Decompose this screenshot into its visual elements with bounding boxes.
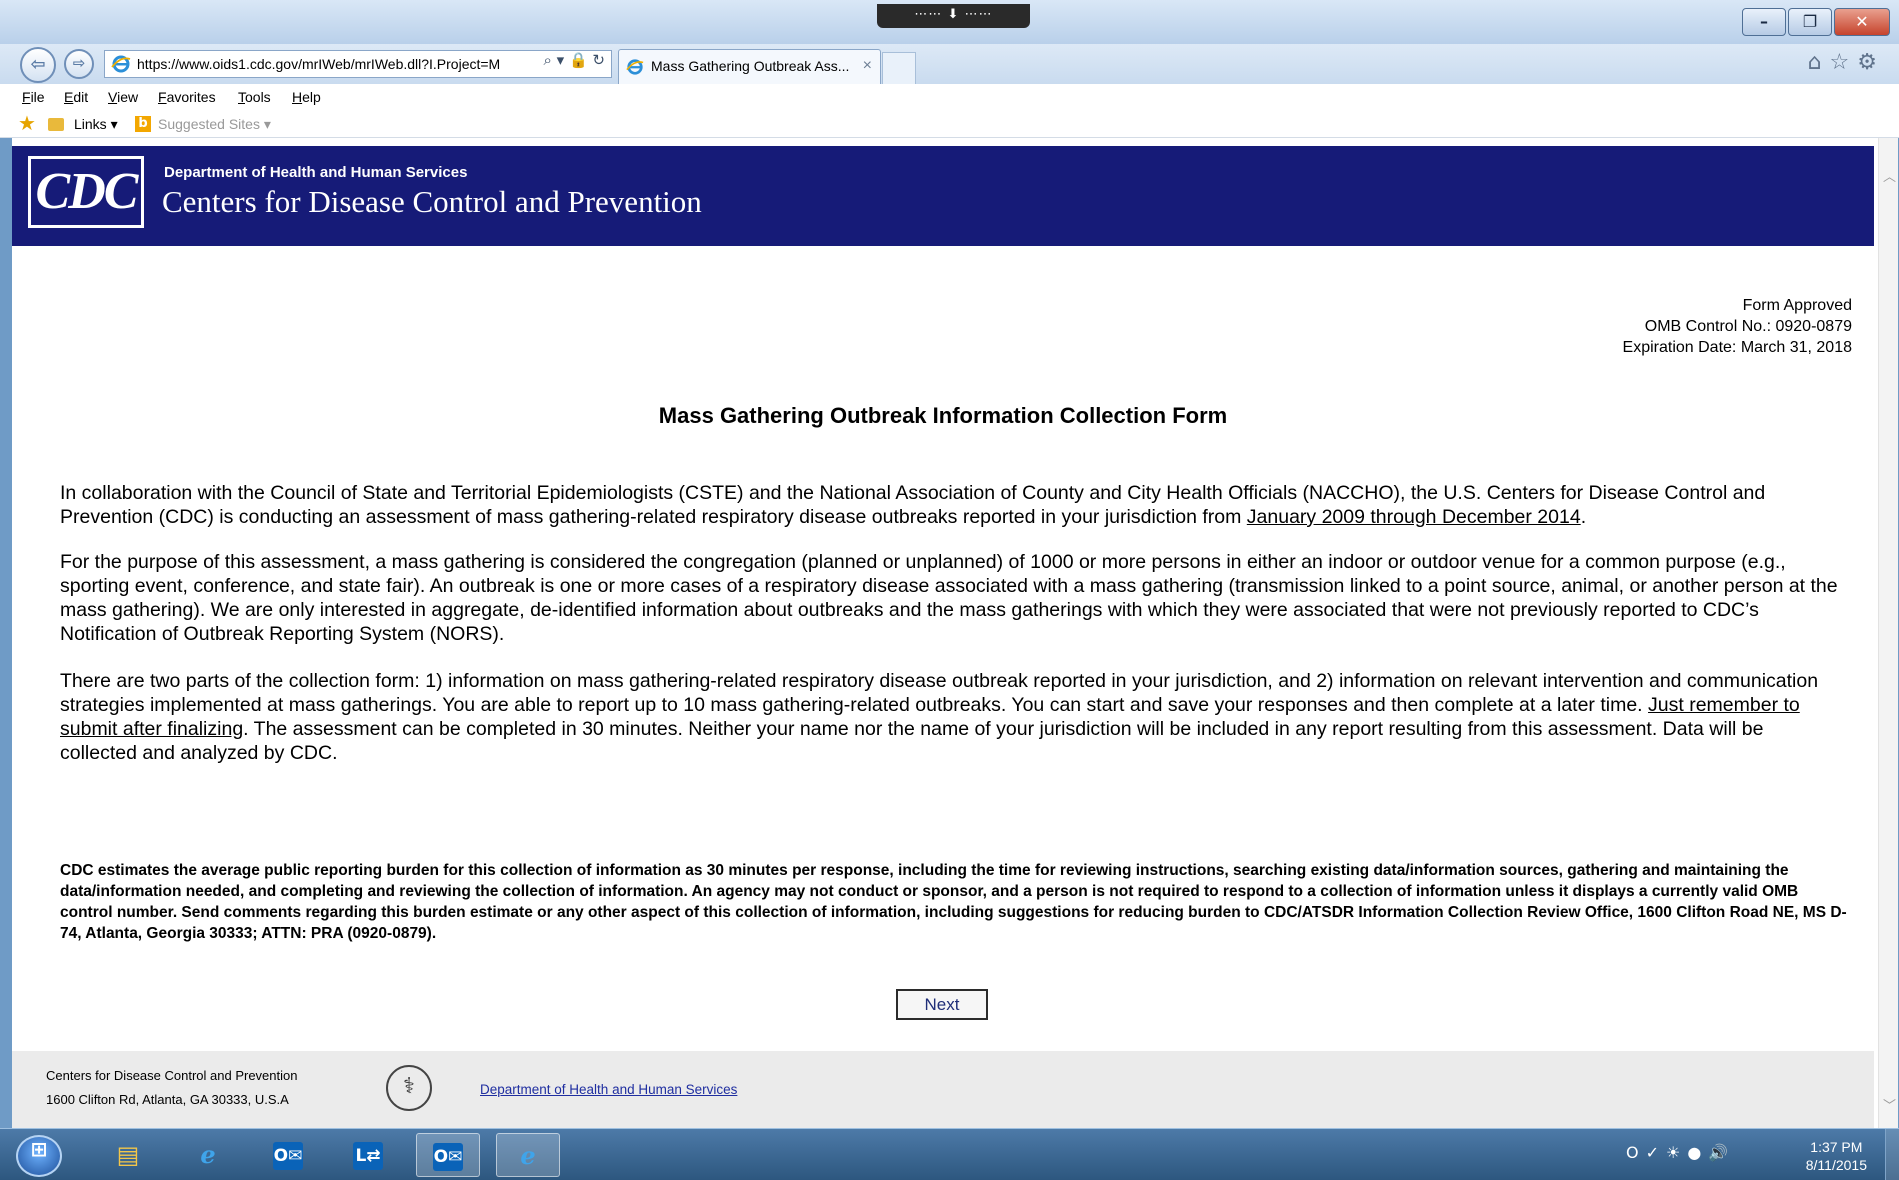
- tab-mass-gathering[interactable]: Mass Gathering Outbreak Ass... ×: [618, 49, 881, 84]
- home-favorites-settings-icons[interactable]: ⌂☆⚙: [1808, 50, 1885, 75]
- intro-paragraph: In collaboration with the Council of Sta…: [60, 481, 1840, 529]
- favorites-bar: ★ Links ▾ b Suggested Sites ▾: [0, 110, 1899, 138]
- expiration-date: Expiration Date: March 31, 2018: [1622, 339, 1852, 356]
- close-tab-icon[interactable]: ×: [863, 50, 872, 82]
- suggested-sites-menu[interactable]: Suggested Sites ▾: [158, 110, 271, 138]
- forward-button[interactable]: ⇨: [64, 49, 94, 79]
- new-tab-button[interactable]: [882, 52, 916, 84]
- show-desktop-button[interactable]: [1885, 1129, 1899, 1180]
- favorites-star-icon[interactable]: ★: [18, 110, 36, 138]
- internet-explorer-active-icon[interactable]: ℯ: [496, 1133, 560, 1177]
- start-button[interactable]: ⊞: [16, 1135, 62, 1177]
- menu-edit[interactable]: Edit: [64, 84, 88, 110]
- ie-page-icon: [111, 55, 131, 73]
- definition-paragraph: For the purpose of this assessment, a ma…: [60, 551, 1838, 645]
- links-folder-icon: [48, 118, 64, 131]
- menu-favorites[interactable]: Favorites: [158, 84, 216, 110]
- close-window-button[interactable]: ✕: [1834, 8, 1890, 36]
- browser-title-bar: ⋯⋯ ⬇ ⋯⋯ – ❐ ✕: [0, 0, 1899, 44]
- tab-title: Mass Gathering Outbreak Ass...: [651, 58, 850, 74]
- internet-explorer-icon[interactable]: ℯ: [176, 1133, 240, 1177]
- clock-date: 8/11/2015: [1805, 1157, 1867, 1173]
- next-button[interactable]: Next: [896, 989, 988, 1020]
- file-explorer-icon[interactable]: ▤: [96, 1133, 160, 1177]
- page-footer: Centers for Disease Control and Preventi…: [12, 1051, 1874, 1128]
- forward-arrow-icon: ⇨: [72, 54, 86, 72]
- form-approved-text: Form Approved: [1742, 297, 1852, 314]
- omb-control-number: OMB Control No.: 0920-0879: [1644, 318, 1852, 335]
- page-viewport: CDC Department of Health and Human Servi…: [12, 138, 1898, 1128]
- page-title: Mass Gathering Outbreak Information Coll…: [658, 403, 1228, 428]
- address-bar[interactable]: https://www.oids1.cdc.gov/mrIWeb/mrIWeb.…: [104, 50, 612, 78]
- bing-icon: b: [135, 116, 151, 132]
- hhs-eagle-seal-icon: ⚕: [386, 1065, 432, 1111]
- department-name: Department of Health and Human Services: [164, 164, 468, 181]
- menu-view[interactable]: View: [108, 84, 138, 110]
- lync-icon[interactable]: L⇄: [336, 1133, 400, 1177]
- outlook-active-icon[interactable]: O✉: [416, 1133, 480, 1177]
- menu-help[interactable]: Help: [292, 84, 321, 110]
- intro-text-end: .: [1580, 506, 1587, 528]
- vertical-scrollbar[interactable]: ︿ ﹀: [1878, 138, 1898, 1128]
- date-range-underlined: January 2009 through December 2014: [1246, 506, 1581, 528]
- navigation-bar: ⇦ ⇨ https://www.oids1.cdc.gov/mrIWeb/mrI…: [0, 44, 1899, 84]
- system-clock[interactable]: 1:37 PM 8/11/2015: [1806, 1138, 1867, 1174]
- instructions-paragraph: There are two parts of the collection fo…: [60, 669, 1840, 765]
- organization-name: Centers for Disease Control and Preventi…: [162, 184, 702, 219]
- menu-bar: File Edit View Favorites Tools Help: [0, 84, 1899, 110]
- menu-file[interactable]: File: [22, 84, 45, 110]
- remote-session-grip[interactable]: ⋯⋯ ⬇ ⋯⋯: [877, 4, 1030, 28]
- address-tools-icons[interactable]: ⌕ ▾ 🔒 ↻: [537, 51, 605, 69]
- instructions-text: There are two parts of the collection fo…: [60, 670, 1819, 716]
- system-tray-icons[interactable]: O✓☀●🔊: [1626, 1143, 1735, 1162]
- hhs-link[interactable]: Department of Health and Human Services: [480, 1082, 737, 1097]
- scroll-down-icon[interactable]: ﹀: [1883, 1095, 1896, 1114]
- links-menu[interactable]: Links ▾: [74, 110, 118, 138]
- back-button[interactable]: ⇦: [20, 47, 56, 83]
- footer-address: 1600 Clifton Rd, Atlanta, GA 30333, U.S.…: [46, 1092, 289, 1107]
- footer-organization: Centers for Disease Control and Preventi…: [46, 1068, 298, 1083]
- minimize-button[interactable]: –: [1742, 8, 1786, 36]
- maximize-button[interactable]: ❐: [1788, 8, 1832, 36]
- ie-tab-icon: [626, 59, 644, 75]
- clock-time: 1:37 PM: [1810, 1139, 1863, 1155]
- scroll-up-icon[interactable]: ︿: [1883, 166, 1896, 185]
- instructions-text-end: . The assessment can be completed in 30 …: [60, 718, 1764, 764]
- burden-statement: CDC estimates the average public reporti…: [60, 862, 1847, 942]
- omb-approval-block: Form Approved OMB Control No.: 0920-0879…: [1623, 295, 1852, 358]
- url-text: https://www.oids1.cdc.gov/mrIWeb/mrIWeb.…: [137, 56, 501, 72]
- outlook-icon[interactable]: O✉: [256, 1133, 320, 1177]
- back-arrow-icon: ⇦: [30, 54, 46, 75]
- cdc-logo[interactable]: CDC: [28, 156, 144, 228]
- menu-tools[interactable]: Tools: [238, 84, 271, 110]
- windows-taskbar: ⊞ ▤ ℯ O✉ L⇄ O✉ ℯ O✓☀●🔊 1:37 PM 8/11/2015: [0, 1128, 1899, 1180]
- cdc-header-banner: CDC Department of Health and Human Servi…: [12, 146, 1874, 246]
